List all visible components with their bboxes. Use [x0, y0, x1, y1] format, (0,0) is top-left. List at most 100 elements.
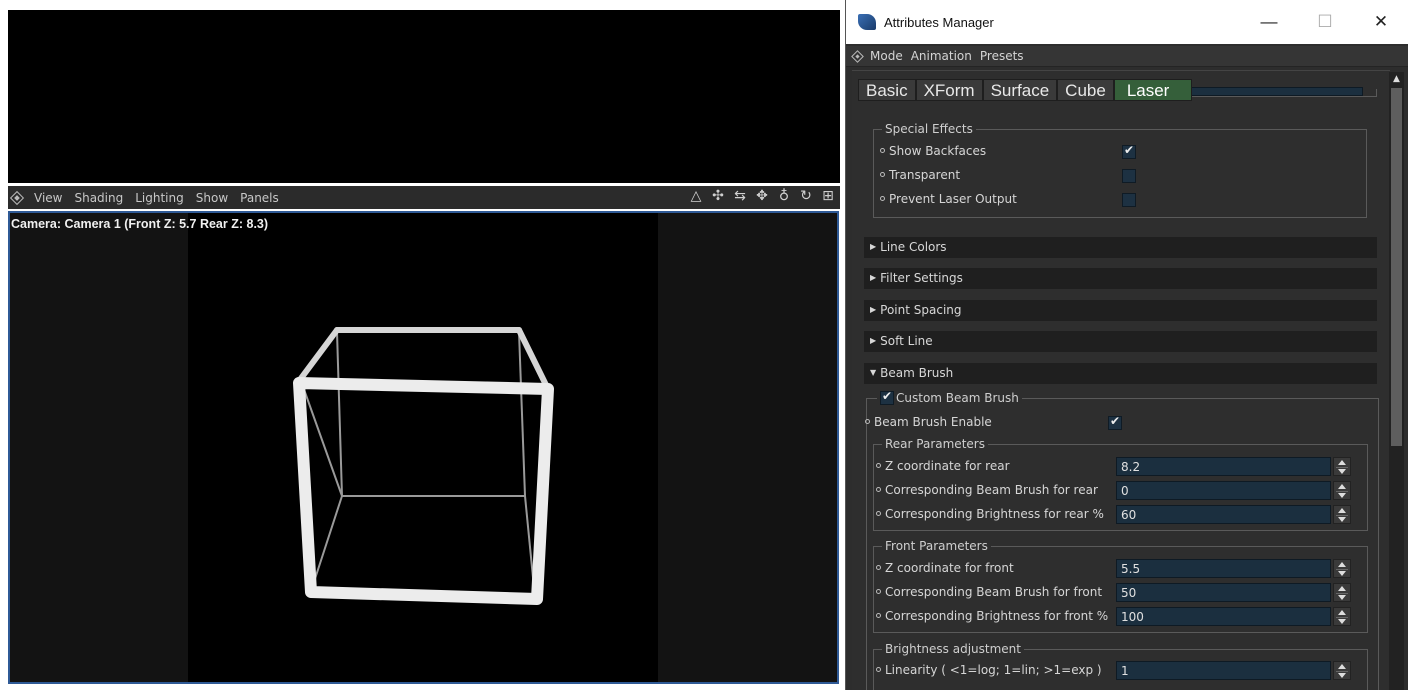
- transparent-checkbox[interactable]: [1122, 169, 1136, 183]
- bullet-icon: [876, 487, 881, 492]
- perspective-icon[interactable]: △: [688, 188, 704, 204]
- zoom-icon[interactable]: ♁: [776, 188, 792, 204]
- scroll-thumb[interactable]: [1391, 88, 1402, 446]
- linearity-stepper[interactable]: [1333, 661, 1351, 680]
- attributes-manager-window: Attributes Manager — ☐ ✕ Mode Animation …: [845, 0, 1408, 690]
- vertical-scrollbar[interactable]: ▲: [1389, 72, 1404, 690]
- front-brush-input[interactable]: 50: [1116, 583, 1331, 602]
- transparent-label: Transparent: [889, 168, 961, 182]
- menu-lighting[interactable]: Lighting: [135, 191, 184, 205]
- menu-mode[interactable]: Mode: [870, 49, 903, 63]
- menu-shading[interactable]: Shading: [74, 191, 123, 205]
- menu-presets[interactable]: Presets: [980, 49, 1024, 63]
- tab-cube[interactable]: Cube: [1057, 79, 1114, 101]
- top-viewport-area[interactable]: [8, 10, 840, 183]
- show-backfaces-row: Show Backfaces: [880, 141, 986, 161]
- camera-label: Camera: Camera 1 (Front Z: 5.7 Rear Z: 8…: [11, 217, 269, 231]
- pan-icon[interactable]: ⇆: [732, 188, 748, 204]
- section-soft-line[interactable]: ▶ Soft Line: [864, 331, 1377, 352]
- bullet-icon: [876, 565, 881, 570]
- layout-icon[interactable]: ⊞: [820, 188, 836, 204]
- rear-brightness-stepper[interactable]: [1333, 505, 1351, 524]
- viewport-window: View Shading Lighting Show Panels △ ✣ ⇆ …: [0, 0, 845, 690]
- special-effects-title: Special Effects: [882, 122, 976, 136]
- tab-bar: Basic XForm Surface Cube Laser: [858, 79, 1193, 101]
- tab-laser[interactable]: Laser: [1113, 79, 1193, 101]
- front-brightness-stepper[interactable]: [1333, 607, 1351, 626]
- bullet-icon: [876, 463, 881, 468]
- am-menu-icon[interactable]: [851, 49, 864, 63]
- rear-parameters-title: Rear Parameters: [882, 437, 988, 451]
- minimize-button[interactable]: —: [1241, 12, 1297, 32]
- bullet-icon: [880, 196, 885, 201]
- bullet-icon: [876, 589, 881, 594]
- tab-xform[interactable]: XForm: [915, 79, 983, 101]
- front-brightness-input[interactable]: 100: [1116, 607, 1331, 626]
- am-menubar: Mode Animation Presets: [846, 46, 1408, 67]
- rear-z-input[interactable]: 8.2: [1116, 457, 1331, 476]
- section-label: Filter Settings: [880, 271, 963, 285]
- rear-brightness-input[interactable]: 60: [1116, 505, 1331, 524]
- bullet-icon: [876, 613, 881, 618]
- prevent-laser-label: Prevent Laser Output: [889, 192, 1017, 206]
- beam-brush-enable-checkbox[interactable]: [1108, 414, 1122, 430]
- brightness-adjustment-group: Brightness adjustment Linearity ( <1=log…: [873, 642, 1368, 690]
- bullet-icon: [880, 148, 885, 153]
- rear-brush-input[interactable]: 0: [1116, 481, 1331, 500]
- attributes-panel: Basic XForm Surface Cube Laser Special E…: [852, 70, 1390, 690]
- close-button[interactable]: ✕: [1353, 12, 1408, 32]
- cube-wireframe: [293, 327, 554, 605]
- rear-brush-stepper[interactable]: [1333, 481, 1351, 500]
- tab-surface[interactable]: Surface: [982, 79, 1058, 101]
- rear-z-label: Z coordinate for rear: [885, 459, 1010, 473]
- app-logo-icon: [858, 14, 876, 30]
- show-backfaces-checkbox[interactable]: [1122, 143, 1136, 159]
- section-point-spacing[interactable]: ▶ Point Spacing: [864, 300, 1377, 321]
- front-brightness-row: Corresponding Brightness for front %: [876, 606, 1108, 626]
- rear-z-stepper[interactable]: [1333, 457, 1351, 476]
- front-brush-stepper[interactable]: [1333, 583, 1351, 602]
- orbit-icon[interactable]: ↻: [798, 188, 814, 204]
- menu-panels[interactable]: Panels: [240, 191, 279, 205]
- section-label: Line Colors: [880, 240, 947, 254]
- 3d-viewport[interactable]: Camera: Camera 1 (Front Z: 5.7 Rear Z: 8…: [8, 211, 839, 684]
- rotate-icon[interactable]: ✥: [754, 188, 770, 204]
- bullet-icon: [876, 511, 881, 516]
- window-title: Attributes Manager: [884, 14, 994, 30]
- section-label: Soft Line: [880, 334, 933, 348]
- custom-beam-brush-title: Custom Beam Brush: [877, 389, 1022, 406]
- custom-beam-brush-checkbox[interactable]: [880, 389, 894, 405]
- bullet-icon: [880, 172, 885, 177]
- section-beam-brush[interactable]: ▼ Beam Brush: [864, 363, 1377, 384]
- section-filter-settings[interactable]: ▶ Filter Settings: [864, 268, 1377, 289]
- menu-show[interactable]: Show: [196, 191, 228, 205]
- front-parameters-group: Front Parameters Z coordinate for front …: [873, 539, 1368, 633]
- front-z-stepper[interactable]: [1333, 559, 1351, 578]
- front-parameters-title: Front Parameters: [882, 539, 991, 553]
- collapse-arrow-icon: ▼: [870, 368, 877, 377]
- expand-arrow-icon: ▶: [870, 305, 877, 314]
- front-z-input[interactable]: 5.5: [1116, 559, 1331, 578]
- menu-animation[interactable]: Animation: [911, 49, 972, 63]
- menu-view[interactable]: View: [34, 191, 62, 205]
- maximize-button[interactable]: ☐: [1297, 12, 1353, 32]
- rear-brush-row: Corresponding Beam Brush for rear: [876, 480, 1098, 500]
- rear-brush-label: Corresponding Beam Brush for rear: [885, 483, 1098, 497]
- linearity-row: Linearity ( <1=log; 1=lin; >1=exp ): [876, 660, 1102, 680]
- prevent-laser-checkbox[interactable]: [1122, 193, 1136, 207]
- beam-brush-enable-row: Beam Brush Enable: [865, 412, 992, 432]
- linearity-input[interactable]: 1: [1116, 661, 1331, 680]
- custom-beam-brush-label: Custom Beam Brush: [896, 391, 1019, 405]
- expand-arrow-icon: ▶: [870, 242, 877, 251]
- front-z-label: Z coordinate for front: [885, 561, 1014, 575]
- front-brush-label: Corresponding Beam Brush for front: [885, 585, 1103, 599]
- front-z-row: Z coordinate for front: [876, 558, 1014, 578]
- rear-brightness-label: Corresponding Brightness for rear %: [885, 507, 1104, 521]
- scroll-up-icon[interactable]: ▲: [1389, 72, 1404, 86]
- tab-basic[interactable]: Basic: [858, 79, 916, 101]
- beam-brush-enable-label: Beam Brush Enable: [874, 415, 992, 429]
- panel-menu-icon[interactable]: [9, 190, 25, 205]
- move-icon[interactable]: ✣: [710, 188, 726, 204]
- front-brightness-label: Corresponding Brightness for front %: [885, 609, 1109, 623]
- section-line-colors[interactable]: ▶ Line Colors: [864, 237, 1377, 258]
